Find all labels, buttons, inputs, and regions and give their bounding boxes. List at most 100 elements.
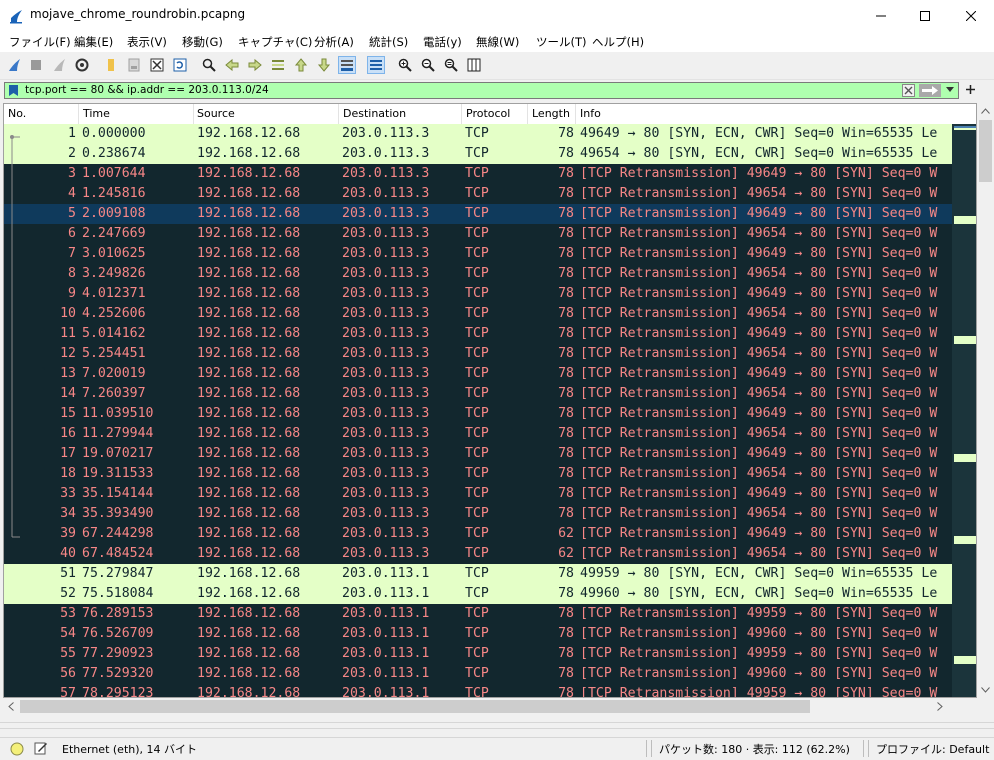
zoom-in-button[interactable]	[396, 56, 414, 74]
capture-options-button[interactable]	[73, 56, 91, 74]
menu-wireless[interactable]: 無線(W)	[476, 34, 519, 50]
column-header-no[interactable]: No.	[8, 107, 26, 120]
start-capture-button[interactable]	[5, 56, 23, 74]
packet-row[interactable]: 1 0.000000 192.168.12.68 203.0.113.3 TCP 78 49…	[4, 124, 952, 144]
column-header-destination[interactable]: Destination	[343, 107, 406, 120]
reload-file-button[interactable]	[171, 56, 189, 74]
menu-capture[interactable]: キャプチャ(C)	[238, 34, 312, 50]
menu-file[interactable]: ファイル(F)	[9, 34, 71, 50]
packet-row[interactable]: 13 7.020019 192.168.12.68 203.0.113.3 TCP 78[…	[4, 364, 952, 384]
packet-row[interactable]: 10 4.252606 192.168.12.68 203.0.113.3 TCP 78[…	[4, 304, 952, 324]
column-header-info[interactable]: Info	[580, 107, 601, 120]
packet-row[interactable]: 57 78.295123 192.168.12.68 203.0.113.1 TCP 78…	[4, 684, 952, 697]
packet-row[interactable]: 7 3.010625 192.168.12.68 203.0.113.3 TCP 78 [T…	[4, 244, 952, 264]
horizontal-scrollbar[interactable]	[3, 698, 977, 715]
menu-go[interactable]: 移動(G)	[182, 34, 223, 50]
close-button[interactable]	[948, 0, 994, 32]
packet-row[interactable]: 12 5.254451 192.168.12.68 203.0.113.3 TCP 78[…	[4, 344, 952, 364]
minimize-button[interactable]	[858, 0, 904, 32]
scroll-left-icon[interactable]	[8, 702, 14, 711]
packet-row[interactable]: 17 19.070217 192.168.12.68 203.0.113.3 TCP 78…	[4, 444, 952, 464]
packet-row[interactable]: 54 76.526709 192.168.12.68 203.0.113.1 TCP 78…	[4, 624, 952, 644]
save-file-button[interactable]	[125, 56, 143, 74]
menu-help[interactable]: ヘルプ(H)	[592, 34, 644, 50]
packet-row[interactable]: 56 77.529320 192.168.12.68 203.0.113.1 TCP 78…	[4, 664, 952, 684]
open-file-button[interactable]	[102, 56, 120, 74]
packet-row[interactable]: 3 1.007644 192.168.12.68 203.0.113.3 TCP 78 [T…	[4, 164, 952, 184]
packet-info: [TCP Retransmission] 49649 → 80 [SYN] Se…	[580, 366, 938, 381]
pane-splitter[interactable]	[0, 722, 994, 729]
find-packet-button[interactable]	[200, 56, 218, 74]
colorize-button[interactable]	[367, 56, 385, 74]
autoscroll-button[interactable]	[338, 56, 356, 74]
packet-row[interactable]: 5 2.009108 192.168.12.68 203.0.113.3 TCP 78 [T…	[4, 204, 952, 224]
apply-filter-arrow-icon[interactable]	[919, 84, 941, 97]
scroll-right-icon[interactable]	[937, 702, 943, 711]
bookmark-icon[interactable]	[9, 85, 18, 96]
go-to-packet-button[interactable]	[269, 56, 287, 74]
column-header-length[interactable]: Length	[532, 107, 570, 120]
column-divider[interactable]	[461, 104, 462, 124]
menu-telephony[interactable]: 電話(y)	[423, 34, 462, 50]
menu-statistics[interactable]: 統計(S)	[369, 34, 408, 50]
expert-info-icon[interactable]	[10, 742, 24, 756]
packet-row[interactable]: 14 7.260397 192.168.12.68 203.0.113.3 TCP 78[…	[4, 384, 952, 404]
maximize-button[interactable]	[902, 0, 948, 32]
stop-capture-button[interactable]	[27, 56, 45, 74]
add-filter-button-icon[interactable]	[965, 84, 976, 95]
go-back-button[interactable]	[223, 56, 241, 74]
packet-length: 78	[558, 326, 574, 341]
column-divider[interactable]	[338, 104, 339, 124]
packet-row[interactable]: 15 11.039510 192.168.12.68 203.0.113.3 TCP 78…	[4, 404, 952, 424]
packet-row[interactable]: 4 1.245816 192.168.12.68 203.0.113.3 TCP 78 [T…	[4, 184, 952, 204]
last-packet-button[interactable]	[315, 56, 333, 74]
packet-row[interactable]: 9 4.012371 192.168.12.68 203.0.113.3 TCP 78 [T…	[4, 284, 952, 304]
packet-row[interactable]: 51 75.279847 192.168.12.68 203.0.113.1 TCP 78…	[4, 564, 952, 584]
packet-destination: 203.0.113.3	[342, 446, 430, 461]
profile-status[interactable]: プロファイル: Default	[876, 741, 989, 757]
first-packet-button[interactable]	[292, 56, 310, 74]
clear-filter-icon[interactable]	[902, 84, 915, 97]
zoom-out-button[interactable]	[419, 56, 437, 74]
scroll-up-icon[interactable]	[981, 108, 990, 114]
column-divider[interactable]	[527, 104, 528, 124]
column-divider[interactable]	[78, 104, 79, 124]
packet-row[interactable]: 11 5.014162 192.168.12.68 203.0.113.3 TCP 78[…	[4, 324, 952, 344]
packet-row[interactable]: 39 67.244298 192.168.12.68 203.0.113.3 TCP 62…	[4, 524, 952, 544]
resize-columns-button[interactable]	[465, 56, 483, 74]
capture-comment-icon[interactable]	[34, 741, 48, 755]
column-divider[interactable]	[193, 104, 194, 124]
horizontal-scroll-thumb[interactable]	[20, 700, 810, 713]
menu-tools[interactable]: ツール(T)	[536, 34, 587, 50]
column-header-time[interactable]: Time	[83, 107, 110, 120]
vertical-scrollbar[interactable]	[977, 103, 994, 698]
packet-row[interactable]: 55 77.290923 192.168.12.68 203.0.113.1 TCP 78…	[4, 644, 952, 664]
packet-row[interactable]: 18 19.311533 192.168.12.68 203.0.113.3 TCP 78…	[4, 464, 952, 484]
vertical-scroll-thumb[interactable]	[979, 120, 992, 182]
normal-size-button[interactable]	[442, 56, 460, 74]
search-icon	[202, 58, 216, 72]
column-header-source[interactable]: Source	[197, 107, 235, 120]
packet-row[interactable]: 2 0.238674 192.168.12.68 203.0.113.3 TCP 78 49…	[4, 144, 952, 164]
packet-row[interactable]: 33 35.154144 192.168.12.68 203.0.113.3 TCP 78…	[4, 484, 952, 504]
column-header-protocol[interactable]: Protocol	[466, 107, 510, 120]
go-forward-button[interactable]	[246, 56, 264, 74]
chevron-down-icon[interactable]	[946, 87, 954, 93]
packet-minimap[interactable]	[952, 124, 976, 697]
packet-row[interactable]: 40 67.484524 192.168.12.68 203.0.113.3 TCP 62…	[4, 544, 952, 564]
packet-time: 4.252606	[82, 306, 146, 321]
menu-edit[interactable]: 編集(E)	[74, 34, 113, 50]
close-file-button[interactable]	[148, 56, 166, 74]
packet-row[interactable]: 52 75.518084 192.168.12.68 203.0.113.1 TCP 78…	[4, 584, 952, 604]
packet-row[interactable]: 34 35.393490 192.168.12.68 203.0.113.3 TCP 78…	[4, 504, 952, 524]
packet-row[interactable]: 16 11.279944 192.168.12.68 203.0.113.3 TCP 78…	[4, 424, 952, 444]
menu-view[interactable]: 表示(V)	[127, 34, 167, 50]
packet-row[interactable]: 8 3.249826 192.168.12.68 203.0.113.3 TCP 78 [T…	[4, 264, 952, 284]
menu-analyze[interactable]: 分析(A)	[314, 34, 354, 50]
scroll-down-icon[interactable]	[981, 687, 990, 693]
column-divider[interactable]	[575, 104, 576, 124]
packet-row[interactable]: 6 2.247669 192.168.12.68 203.0.113.3 TCP 78 [T…	[4, 224, 952, 244]
display-filter-input[interactable]: tcp.port == 80 && ip.addr == 203.0.113.0…	[4, 82, 959, 99]
packet-row[interactable]: 53 76.289153 192.168.12.68 203.0.113.1 TCP 78…	[4, 604, 952, 624]
restart-capture-button[interactable]	[50, 56, 68, 74]
